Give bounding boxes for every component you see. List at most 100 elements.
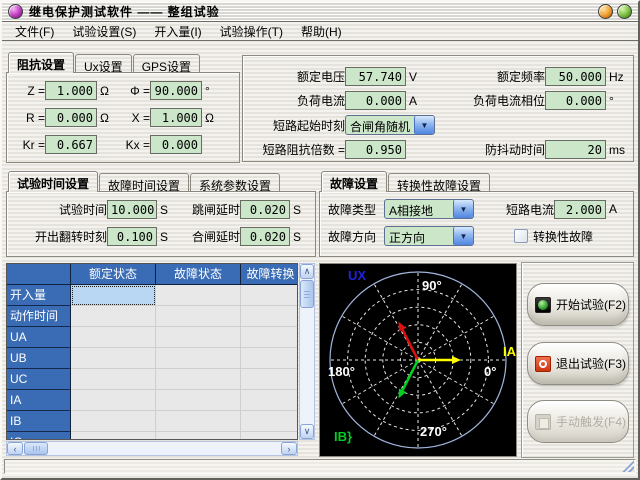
- manual-trigger-icon: [535, 414, 551, 430]
- chevron-down-icon[interactable]: ▼: [453, 200, 473, 218]
- x-field[interactable]: 1.000: [150, 108, 202, 127]
- horizontal-scrollbar[interactable]: ‹ ›: [6, 441, 298, 456]
- rated-frequency-label: 额定频率: [435, 68, 545, 85]
- column-header-fault-state[interactable]: 故障状态: [156, 264, 241, 284]
- menu-item-binary-input[interactable]: 开入量(I): [145, 22, 210, 41]
- vertical-scroll-thumb[interactable]: [300, 280, 314, 308]
- horizontal-scroll-thumb[interactable]: [24, 442, 48, 455]
- fault-panel-body: 故障类型 A相接地 ▼ 短路电流 2.000 A 故障方向 正方向 ▼: [319, 191, 634, 257]
- stop-test-button[interactable]: 退出试验(F3): [527, 342, 629, 385]
- debounce-time-field[interactable]: 20: [545, 140, 606, 159]
- z-unit: Ω: [100, 84, 116, 98]
- rated-voltage-field[interactable]: 57.740: [345, 67, 406, 86]
- impedance-multiple-field[interactable]: 0.950: [345, 140, 406, 159]
- convert-fault-checkbox[interactable]: [514, 229, 528, 243]
- scroll-up-button[interactable]: ∧: [300, 264, 314, 279]
- table-cell[interactable]: [71, 390, 156, 411]
- tab-impedance-settings[interactable]: 阻抗设置: [8, 52, 74, 73]
- close-delay-label: 合闸延时: [176, 228, 240, 245]
- impedance-tabbar: 阻抗设置 Ux设置 GPS设置: [6, 52, 240, 72]
- z-field[interactable]: 1.000: [45, 81, 97, 100]
- tab-fault-time-settings[interactable]: 故障时间设置: [99, 173, 189, 191]
- menu-item-test-operation[interactable]: 试验操作(T): [211, 22, 292, 41]
- fault-panel: 故障设置 转换性故障设置 故障类型 A相接地 ▼ 短路电流 2.000 A 故障…: [319, 171, 634, 257]
- table-cell[interactable]: [156, 411, 241, 432]
- table-cell[interactable]: [156, 432, 241, 440]
- close-delay-field[interactable]: 0.020: [240, 227, 290, 246]
- output-flip-time-field[interactable]: 0.100: [107, 227, 157, 246]
- table-cell[interactable]: [71, 432, 156, 440]
- vertical-scrollbar[interactable]: ∧ ∨: [299, 263, 315, 440]
- angle-label-180: 180°: [328, 364, 355, 379]
- table-cell[interactable]: [156, 390, 241, 411]
- window-system-icon[interactable]: [8, 4, 23, 19]
- load-current-phase-field[interactable]: 0.000: [545, 91, 606, 110]
- scroll-left-button[interactable]: ‹: [7, 442, 23, 455]
- table-cell[interactable]: [156, 285, 241, 306]
- z-label: Z =: [19, 84, 45, 98]
- menu-item-help[interactable]: 帮助(H): [292, 22, 351, 41]
- tab-ux-settings[interactable]: Ux设置: [75, 54, 132, 72]
- table-row-label: UA: [7, 327, 71, 348]
- short-start-time-dropdown[interactable]: 合闸角随机 ▼: [345, 115, 435, 135]
- table-cell[interactable]: [71, 306, 156, 327]
- chevron-down-icon[interactable]: ▼: [414, 116, 434, 134]
- table-header-row: 额定状态 故障状态 故障转换: [7, 264, 297, 285]
- kx-field[interactable]: 0.000: [150, 135, 202, 154]
- table-cell[interactable]: [241, 432, 298, 440]
- tab-fault-settings[interactable]: 故障设置: [321, 171, 387, 192]
- fault-type-dropdown[interactable]: A相接地 ▼: [384, 199, 474, 219]
- table-cell[interactable]: [241, 348, 298, 369]
- menu-item-test-settings[interactable]: 试验设置(S): [63, 22, 145, 41]
- tab-convert-fault-settings[interactable]: 转换性故障设置: [388, 173, 490, 191]
- table-cell[interactable]: [156, 369, 241, 390]
- table-cell[interactable]: [71, 411, 156, 432]
- manual-trigger-button[interactable]: 手动触发(F4): [527, 400, 629, 443]
- r-field[interactable]: 0.000: [45, 108, 97, 127]
- convert-fault-label: 转换性故障: [533, 228, 593, 245]
- phi-field[interactable]: 90.000: [150, 81, 202, 100]
- trip-delay-field[interactable]: 0.020: [240, 200, 290, 219]
- tab-gps-settings[interactable]: GPS设置: [133, 54, 200, 72]
- test-time-field[interactable]: 10.000: [107, 200, 157, 219]
- short-current-field[interactable]: 2.000: [554, 200, 606, 219]
- column-header-fault-convert[interactable]: 故障转换: [241, 264, 298, 284]
- table-row-label: IA: [7, 390, 71, 411]
- minimize-button[interactable]: [598, 4, 613, 19]
- table-cell[interactable]: [71, 327, 156, 348]
- table-cell[interactable]: [71, 348, 156, 369]
- resize-grip-icon[interactable]: [620, 460, 634, 472]
- table-row-label: IC: [7, 432, 71, 440]
- table-cell[interactable]: [241, 369, 298, 390]
- tab-test-time-settings[interactable]: 试验时间设置: [8, 171, 98, 192]
- chevron-down-icon[interactable]: ▼: [453, 227, 473, 245]
- short-start-time-label: 短路起始时刻: [251, 117, 345, 134]
- menubar: 文件(F) 试验设置(S) 开入量(I) 试验操作(T) 帮助(H): [2, 23, 638, 41]
- table-cell-selected[interactable]: [71, 285, 156, 306]
- table-cell[interactable]: [71, 369, 156, 390]
- angle-label-0: 0°: [484, 364, 496, 379]
- menu-item-file[interactable]: 文件(F): [6, 22, 63, 41]
- table-row: 动作时间: [7, 306, 297, 327]
- table-cell[interactable]: [156, 306, 241, 327]
- kr-field[interactable]: 0.667: [45, 135, 97, 154]
- table-cell[interactable]: [241, 306, 298, 327]
- table-cell[interactable]: [156, 327, 241, 348]
- load-current-field[interactable]: 0.000: [345, 91, 406, 110]
- fault-direction-dropdown[interactable]: 正方向 ▼: [384, 226, 474, 246]
- system-panel: 额定电压 57.740 V 额定频率 50.000 Hz 负荷电流 0.000 …: [242, 55, 634, 162]
- table-cell[interactable]: [241, 327, 298, 348]
- table-cell[interactable]: [156, 348, 241, 369]
- scroll-right-button[interactable]: ›: [281, 442, 297, 455]
- close-button[interactable]: [617, 4, 632, 19]
- result-table: 额定状态 故障状态 故障转换 开入量 动作时间 UA: [6, 263, 315, 456]
- table-cell[interactable]: [241, 285, 298, 306]
- table-cell[interactable]: [241, 390, 298, 411]
- table-row-label: 开入量: [7, 285, 71, 306]
- rated-frequency-field[interactable]: 50.000: [545, 67, 606, 86]
- scroll-down-button[interactable]: ∨: [300, 424, 314, 439]
- start-test-button[interactable]: 开始试验(F2): [527, 283, 629, 326]
- table-cell[interactable]: [241, 411, 298, 432]
- tab-system-param-settings[interactable]: 系统参数设置: [190, 173, 280, 191]
- column-header-rated-state[interactable]: 额定状态: [71, 264, 156, 284]
